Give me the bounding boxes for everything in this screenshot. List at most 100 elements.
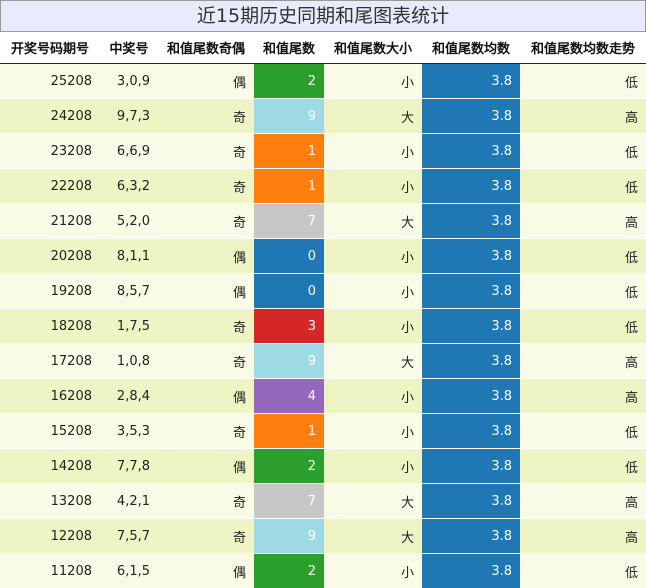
cell-parity: 偶 [158,64,254,99]
cell-tail: 7 [254,484,324,519]
cell-size: 小 [324,379,422,414]
cell-numbers: 7,5,7 [100,519,158,554]
table-row: 152083,5,3奇1小3.8低 [0,414,646,449]
cell-period: 14208 [0,449,100,484]
cell-size: 小 [324,414,422,449]
cell-avg: 3.8 [422,344,520,379]
cell-numbers: 7,7,8 [100,449,158,484]
cell-period: 16208 [0,379,100,414]
table-row: 142087,7,8偶2小3.8低 [0,449,646,484]
cell-size: 大 [324,344,422,379]
cell-trend: 低 [520,64,646,99]
cell-tail: 3 [254,309,324,344]
cell-numbers: 9,7,3 [100,99,158,134]
cell-period: 19208 [0,274,100,309]
cell-tail: 2 [254,554,324,588]
cell-avg: 3.8 [422,484,520,519]
cell-period: 20208 [0,239,100,274]
cell-trend: 低 [520,169,646,204]
cell-period: 15208 [0,414,100,449]
cell-numbers: 6,6,9 [100,134,158,169]
table-row: 182081,7,5奇3小3.8低 [0,309,646,344]
stats-table: 开奖号码期号 中奖号 和值尾数奇偶 和值尾数 和值尾数大小 和值尾数均数 和值尾… [0,32,646,588]
cell-parity: 偶 [158,554,254,588]
cell-parity: 奇 [158,169,254,204]
table-row: 232086,6,9奇1小3.8低 [0,134,646,169]
cell-period: 25208 [0,64,100,99]
cell-parity: 偶 [158,379,254,414]
cell-numbers: 4,2,1 [100,484,158,519]
col-header-parity: 和值尾数奇偶 [158,32,254,64]
table-row: 212085,2,0奇7大3.8高 [0,204,646,239]
cell-trend: 低 [520,239,646,274]
cell-period: 23208 [0,134,100,169]
cell-parity: 奇 [158,344,254,379]
cell-numbers: 1,7,5 [100,309,158,344]
cell-parity: 奇 [158,309,254,344]
table-row: 202088,1,1偶0小3.8低 [0,239,646,274]
cell-period: 13208 [0,484,100,519]
cell-tail: 4 [254,379,324,414]
col-header-numbers: 中奖号 [100,32,158,64]
col-header-trend: 和值尾数均数走势 [520,32,646,64]
table-row: 252083,0,9偶2小3.8低 [0,64,646,99]
cell-avg: 3.8 [422,414,520,449]
cell-parity: 奇 [158,484,254,519]
cell-numbers: 8,5,7 [100,274,158,309]
cell-avg: 3.8 [422,99,520,134]
cell-trend: 高 [520,204,646,239]
cell-avg: 3.8 [422,449,520,484]
cell-parity: 奇 [158,204,254,239]
col-header-tail: 和值尾数 [254,32,324,64]
table-row: 172081,0,8奇9大3.8高 [0,344,646,379]
cell-trend: 低 [520,449,646,484]
header-row: 开奖号码期号 中奖号 和值尾数奇偶 和值尾数 和值尾数大小 和值尾数均数 和值尾… [0,32,646,64]
table-row: 162082,8,4偶4小3.8高 [0,379,646,414]
cell-size: 大 [324,204,422,239]
cell-size: 小 [324,239,422,274]
cell-trend: 低 [520,309,646,344]
cell-avg: 3.8 [422,554,520,588]
cell-avg: 3.8 [422,519,520,554]
cell-size: 小 [324,134,422,169]
cell-avg: 3.8 [422,379,520,414]
cell-trend: 高 [520,484,646,519]
cell-size: 大 [324,519,422,554]
cell-period: 24208 [0,99,100,134]
cell-tail: 1 [254,414,324,449]
cell-size: 小 [324,64,422,99]
col-header-period: 开奖号码期号 [0,32,100,64]
cell-period: 22208 [0,169,100,204]
cell-numbers: 2,8,4 [100,379,158,414]
table-row: 242089,7,3奇9大3.8高 [0,99,646,134]
cell-tail: 2 [254,64,324,99]
cell-trend: 高 [520,379,646,414]
chart-title: 近15期历史同期和尾图表统计 [0,0,646,32]
cell-parity: 奇 [158,134,254,169]
cell-numbers: 6,3,2 [100,169,158,204]
cell-size: 大 [324,484,422,519]
cell-numbers: 3,5,3 [100,414,158,449]
cell-trend: 高 [520,99,646,134]
cell-trend: 低 [520,134,646,169]
cell-trend: 高 [520,519,646,554]
cell-tail: 9 [254,519,324,554]
cell-tail: 1 [254,169,324,204]
cell-parity: 奇 [158,99,254,134]
col-header-size: 和值尾数大小 [324,32,422,64]
cell-tail: 9 [254,344,324,379]
table-row: 222086,3,2奇1小3.8低 [0,169,646,204]
cell-numbers: 1,0,8 [100,344,158,379]
cell-size: 大 [324,99,422,134]
cell-size: 小 [324,274,422,309]
table-row: 122087,5,7奇9大3.8高 [0,519,646,554]
cell-tail: 7 [254,204,324,239]
cell-tail: 0 [254,274,324,309]
cell-period: 12208 [0,519,100,554]
table-row: 112086,1,5偶2小3.8低 [0,554,646,588]
cell-avg: 3.8 [422,169,520,204]
cell-tail: 1 [254,134,324,169]
cell-trend: 高 [520,344,646,379]
cell-numbers: 5,2,0 [100,204,158,239]
cell-parity: 偶 [158,239,254,274]
